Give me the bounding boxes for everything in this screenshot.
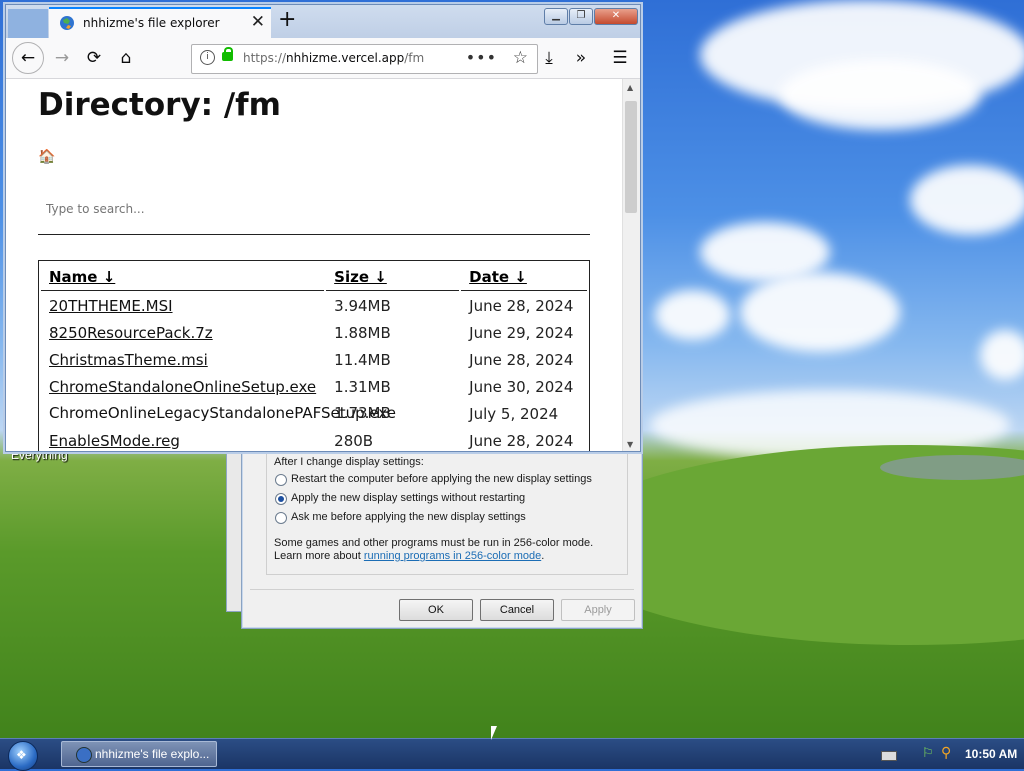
file-size: 280B: [334, 431, 374, 450]
search-tray-icon[interactable]: ⚲: [941, 745, 951, 761]
taskbar: ❖ nhhizme's file explo... ⚐ ⚲ 10:50 AM: [0, 738, 1024, 771]
url-text[interactable]: https://nhhizme.vercel.app/fm: [243, 51, 424, 65]
file-size: 3.94MB: [334, 296, 391, 315]
file-date: June 29, 2024: [469, 323, 574, 342]
cancel-button[interactable]: Cancel: [480, 599, 554, 621]
file-date: June 28, 2024: [469, 350, 574, 369]
option-apply-without-restart-label[interactable]: Apply the new display settings without r…: [291, 492, 525, 504]
overflow-chevron-icon[interactable]: »: [567, 44, 595, 72]
file-name-link[interactable]: ChromeOnlineLegacyStandalonePAFSetup.exe: [41, 401, 396, 426]
vertical-scrollbar[interactable]: ▲ ▼: [622, 79, 640, 451]
download-icon[interactable]: ⤓: [535, 44, 563, 72]
mouse-cursor-icon: [491, 726, 497, 740]
file-date: June 28, 2024: [469, 296, 574, 315]
note-prefix: Learn more about: [274, 550, 364, 562]
page-actions-icon[interactable]: •••: [466, 48, 497, 67]
option-restart-label[interactable]: Restart the computer before applying the…: [291, 473, 592, 485]
home-icon[interactable]: ⌂: [112, 44, 140, 72]
file-name-link[interactable]: 20THTHEME.MSI: [41, 293, 324, 318]
tab-strip-spacer: [8, 9, 48, 38]
file-date: June 30, 2024: [469, 377, 574, 396]
navigation-toolbar: ← → ⟳ ⌂ i https://nhhizme.vercel.app/fm …: [6, 38, 640, 79]
table-row: EnableSMode.reg 280B June 28, 2024: [41, 428, 587, 451]
forward-arrow-icon[interactable]: →: [48, 44, 76, 72]
file-date: June 28, 2024: [469, 431, 574, 450]
keyboard-icon[interactable]: [881, 751, 897, 761]
scroll-down-arrow-icon[interactable]: ▼: [627, 440, 633, 449]
site-favicon-icon: [60, 16, 74, 30]
option-ask-label[interactable]: Ask me before applying the new display s…: [291, 511, 526, 523]
taskbar-button-browser[interactable]: nhhizme's file explo...: [61, 741, 217, 767]
close-window-button[interactable]: ✕: [594, 8, 638, 25]
file-date: July 5, 2024: [469, 404, 559, 423]
menu-hamburger-icon[interactable]: ☰: [606, 44, 634, 72]
table-header-row: Name ↓ Size ↓ Date ↓: [41, 263, 587, 291]
ok-button[interactable]: OK: [399, 599, 473, 621]
scroll-up-arrow-icon[interactable]: ▲: [627, 83, 633, 92]
bookmark-star-icon[interactable]: ☆: [513, 48, 528, 68]
file-size: 1.73MB: [326, 401, 459, 426]
table-row: ChristmasTheme.msi 11.4MB June 28, 2024: [41, 347, 587, 372]
note-link[interactable]: running programs in 256-color mode: [364, 550, 541, 562]
column-header-size[interactable]: Size ↓: [326, 263, 460, 291]
file-size: 11.4MB: [334, 350, 391, 369]
option-ask-radio[interactable]: [275, 512, 287, 524]
file-name-link[interactable]: ChromeStandaloneOnlineSetup.exe: [41, 374, 324, 399]
note-text: Some games and other programs must be ru…: [274, 537, 594, 549]
table-row: ChromeStandaloneOnlineSetup.exe 1.31MB J…: [41, 374, 587, 399]
file-table: Name ↓ Size ↓ Date ↓ 20THTHEME.MSI 3.94M…: [38, 260, 590, 451]
file-name-link[interactable]: EnableSMode.reg: [41, 428, 324, 451]
taskbar-button-label: nhhizme's file explo...: [95, 747, 210, 761]
tab-close-icon[interactable]: ✕: [251, 12, 265, 32]
search-input[interactable]: [38, 183, 590, 235]
file-size: 1.88MB: [334, 323, 391, 342]
file-size: 1.31MB: [334, 377, 391, 396]
browser-icon: [76, 747, 92, 763]
option-restart-radio[interactable]: [275, 474, 287, 486]
apply-button[interactable]: Apply: [561, 599, 635, 621]
table-row: ChromeOnlineLegacyStandalonePAFSetup.exe…: [41, 401, 587, 426]
group-label: After I change display settings:: [274, 456, 424, 468]
url-bar[interactable]: i https://nhhizme.vercel.app/fm ••• ☆: [191, 44, 538, 74]
windows-logo-icon: ❖: [16, 748, 27, 762]
house-icon[interactable]: 🏠: [38, 149, 55, 165]
column-header-date[interactable]: Date ↓: [461, 263, 587, 291]
tab-title: nhhizme's file explorer: [83, 16, 220, 30]
url-host: nhhizme.vercel.app: [286, 51, 405, 65]
table-row: 20THTHEME.MSI 3.94MB June 28, 2024: [41, 293, 587, 318]
reload-icon[interactable]: ⟳: [80, 44, 108, 72]
page-content: Directory: /fm 🏠 Name ↓ Size ↓ Date ↓ 20…: [6, 79, 622, 451]
url-protocol: https://: [243, 51, 287, 65]
lock-icon[interactable]: [222, 47, 233, 61]
display-settings-dialog: After I change display settings: Restart…: [241, 445, 643, 629]
tab-bar: nhhizme's file explorer ✕ + ▁ ❐ ✕: [6, 5, 640, 38]
scrollbar-thumb[interactable]: [625, 101, 637, 213]
file-name-link[interactable]: 8250ResourcePack.7z: [41, 320, 324, 345]
file-size-text: 1.73MB: [334, 404, 391, 422]
dialog-separator: [250, 589, 634, 590]
browser-window: nhhizme's file explorer ✕ + ▁ ❐ ✕ ← → ⟳ …: [5, 4, 641, 452]
url-path: /fm: [404, 51, 425, 65]
note-suffix: .: [541, 550, 545, 562]
back-arrow-icon[interactable]: ←: [12, 42, 44, 74]
table-row: 8250ResourcePack.7z 1.88MB June 29, 2024: [41, 320, 587, 345]
file-name-link[interactable]: ChristmasTheme.msi: [41, 347, 324, 372]
site-info-icon[interactable]: i: [200, 50, 215, 65]
minimize-button[interactable]: ▁: [544, 8, 568, 25]
note-text-2: Learn more about running programs in 256…: [274, 550, 544, 562]
start-button[interactable]: ❖: [8, 741, 38, 771]
column-header-name[interactable]: Name ↓: [41, 263, 325, 291]
maximize-button[interactable]: ❐: [569, 8, 593, 25]
tab-file-explorer[interactable]: nhhizme's file explorer ✕: [49, 7, 271, 38]
page-title: Directory: /fm: [38, 87, 281, 123]
option-apply-without-restart-radio[interactable]: [275, 493, 287, 505]
clock[interactable]: 10:50 AM: [965, 747, 1017, 761]
new-tab-icon[interactable]: +: [278, 7, 296, 32]
network-icon[interactable]: ⚐: [922, 746, 934, 761]
